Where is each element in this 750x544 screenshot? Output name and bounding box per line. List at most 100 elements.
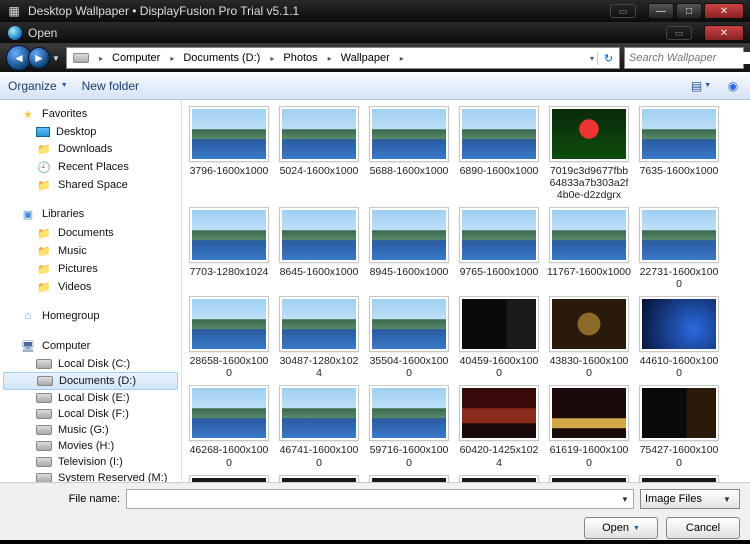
parent-toggle-icon[interactable]: ▭ <box>610 4 636 18</box>
file-item[interactable] <box>636 475 722 482</box>
filetype-select[interactable]: Image Files▼ <box>640 489 740 509</box>
open-button[interactable]: Open▼ <box>584 517 658 539</box>
file-item[interactable]: 44610-1600x1000 <box>636 296 722 379</box>
file-item[interactable]: 7635-1600x1000 <box>636 106 722 201</box>
sidebar-item-drive-h[interactable]: Movies (H:) <box>0 438 181 454</box>
thumbnail <box>639 385 719 441</box>
file-label: 44610-1600x1000 <box>637 355 721 379</box>
sidebar-item-downloads[interactable]: 📁Downloads <box>0 140 181 158</box>
file-item[interactable] <box>186 475 272 482</box>
file-item[interactable]: 6890-1600x1000 <box>456 106 542 201</box>
file-item[interactable]: 46268-1600x1000 <box>186 385 272 468</box>
file-item[interactable]: 8945-1600x1000 <box>366 207 452 290</box>
file-item[interactable]: 35504-1600x1000 <box>366 296 452 379</box>
file-item[interactable]: 11767-1600x1000 <box>546 207 632 290</box>
thumbnail <box>279 385 359 441</box>
nav-history-dropdown[interactable]: ▼ <box>50 54 62 63</box>
sidebar-item-recent[interactable]: 🕘Recent Places <box>0 158 181 176</box>
thumbnail <box>639 475 719 482</box>
search-input[interactable] <box>629 52 750 64</box>
parent-minimize-button[interactable]: — <box>648 3 674 19</box>
sidebar-homegroup-header[interactable]: ⌂Homegroup <box>0 306 181 326</box>
file-item[interactable]: 5688-1600x1000 <box>366 106 452 201</box>
star-icon: ★ <box>20 107 36 121</box>
breadcrumb-seg[interactable]: Documents (D:) <box>177 48 267 68</box>
sidebar-libraries-header[interactable]: ▣Libraries <box>0 204 181 224</box>
thumbnail <box>279 207 359 263</box>
sidebar-item-videos[interactable]: 📁Videos <box>0 278 181 296</box>
thumbnail <box>369 475 449 482</box>
globe-icon <box>8 26 22 40</box>
file-item[interactable]: 75427-1600x1000 <box>636 385 722 468</box>
filename-dropdown[interactable]: ▼ <box>617 495 633 504</box>
sidebar-item-drive-m[interactable]: System Reserved (M:) <box>0 470 181 482</box>
file-item[interactable]: 61619-1600x1000 <box>546 385 632 468</box>
sidebar-item-drive-e[interactable]: Local Disk (E:) <box>0 390 181 406</box>
file-item[interactable]: 60420-1425x1024 <box>456 385 542 468</box>
breadcrumb[interactable]: ▸ Computer▸ Documents (D:)▸ Photos▸ Wall… <box>66 47 620 69</box>
desktop-icon <box>36 127 50 137</box>
toolbar: Organize▼ New folder ▤▼ ◉ <box>0 72 750 100</box>
file-item[interactable]: 40459-1600x1000 <box>456 296 542 379</box>
sidebar-item-drive-g[interactable]: Music (G:) <box>0 422 181 438</box>
parent-close-button[interactable]: ✕ <box>704 3 744 19</box>
file-item[interactable]: 43830-1600x1000 <box>546 296 632 379</box>
new-folder-button[interactable]: New folder <box>82 79 139 93</box>
help-button[interactable]: ◉ <box>724 78 742 94</box>
sidebar-item-drive-i[interactable]: Television (I:) <box>0 454 181 470</box>
sidebar-item-drive-f[interactable]: Local Disk (F:) <box>0 406 181 422</box>
sidebar-item-music[interactable]: 📁Music <box>0 242 181 260</box>
sidebar-item-drive-d[interactable]: Documents (D:) <box>3 372 178 390</box>
sidebar-computer-header[interactable]: 🖥Computer <box>0 336 181 356</box>
breadcrumb-seg[interactable]: Computer <box>106 48 167 68</box>
sidebar-favorites-header[interactable]: ★Favorites <box>0 104 181 124</box>
file-label: 7703-1280x1024 <box>190 266 269 278</box>
sidebar: ★Favorites Desktop 📁Downloads 🕘Recent Pl… <box>0 100 182 482</box>
sidebar-item-shared[interactable]: 📁Shared Space <box>0 176 181 194</box>
thumbnail <box>369 385 449 441</box>
file-item[interactable] <box>456 475 542 482</box>
file-item[interactable]: 46741-1600x1000 <box>276 385 362 468</box>
drive-icon <box>73 53 89 63</box>
file-item[interactable]: 59716-1600x1000 <box>366 385 452 468</box>
thumbnail <box>459 296 539 352</box>
file-item[interactable]: 7019c3d9677fbb64833a7b303a2f4b0e-d2zdgrx <box>546 106 632 201</box>
sidebar-item-documents[interactable]: 📁Documents <box>0 224 181 242</box>
sidebar-item-drive-c[interactable]: Local Disk (C:) <box>0 356 181 372</box>
filename-input[interactable] <box>127 493 617 505</box>
file-item[interactable] <box>276 475 362 482</box>
file-item[interactable]: 5024-1600x1000 <box>276 106 362 201</box>
search-box[interactable]: 🔍 <box>624 47 744 69</box>
parent-maximize-button[interactable]: □ <box>676 3 702 19</box>
drive-icon <box>36 409 52 419</box>
file-item[interactable]: 7703-1280x1024 <box>186 207 272 290</box>
filename-input-wrap[interactable]: ▼ <box>126 489 634 509</box>
breadcrumb-seg[interactable]: Wallpaper <box>335 48 397 68</box>
file-item[interactable] <box>546 475 632 482</box>
thumbnail <box>549 296 629 352</box>
breadcrumb-seg[interactable]: Photos <box>277 48 324 68</box>
nav-forward-button[interactable]: ► <box>28 47 50 69</box>
file-item[interactable] <box>366 475 452 482</box>
dialog-close-button[interactable]: ✕ <box>704 25 744 41</box>
parent-title: Desktop Wallpaper • DisplayFusion Pro Tr… <box>28 4 299 18</box>
cancel-button[interactable]: Cancel <box>666 517 740 539</box>
view-mode-button[interactable]: ▤▼ <box>692 78 710 94</box>
file-item[interactable]: 9765-1600x1000 <box>456 207 542 290</box>
breadcrumb-dropdown[interactable]: ▾ <box>587 54 597 63</box>
dialog-toggle-icon[interactable]: ▭ <box>666 26 692 40</box>
file-item[interactable]: 22731-1600x1000 <box>636 207 722 290</box>
sidebar-item-pictures[interactable]: 📁Pictures <box>0 260 181 278</box>
dialog-footer: File name: ▼ Image Files▼ Open▼ Cancel <box>0 482 750 540</box>
file-item[interactable]: 3796-1600x1000 <box>186 106 272 201</box>
file-item[interactable]: 30487-1280x1024 <box>276 296 362 379</box>
drive-icon <box>36 441 52 451</box>
computer-icon: 🖥 <box>20 339 36 353</box>
thumbnail <box>279 475 359 482</box>
thumbnail <box>639 106 719 162</box>
refresh-button[interactable]: ↻ <box>597 52 619 65</box>
organize-menu[interactable]: Organize▼ <box>8 79 68 93</box>
file-item[interactable]: 8645-1600x1000 <box>276 207 362 290</box>
file-item[interactable]: 28658-1600x1000 <box>186 296 272 379</box>
sidebar-item-desktop[interactable]: Desktop <box>0 124 181 140</box>
